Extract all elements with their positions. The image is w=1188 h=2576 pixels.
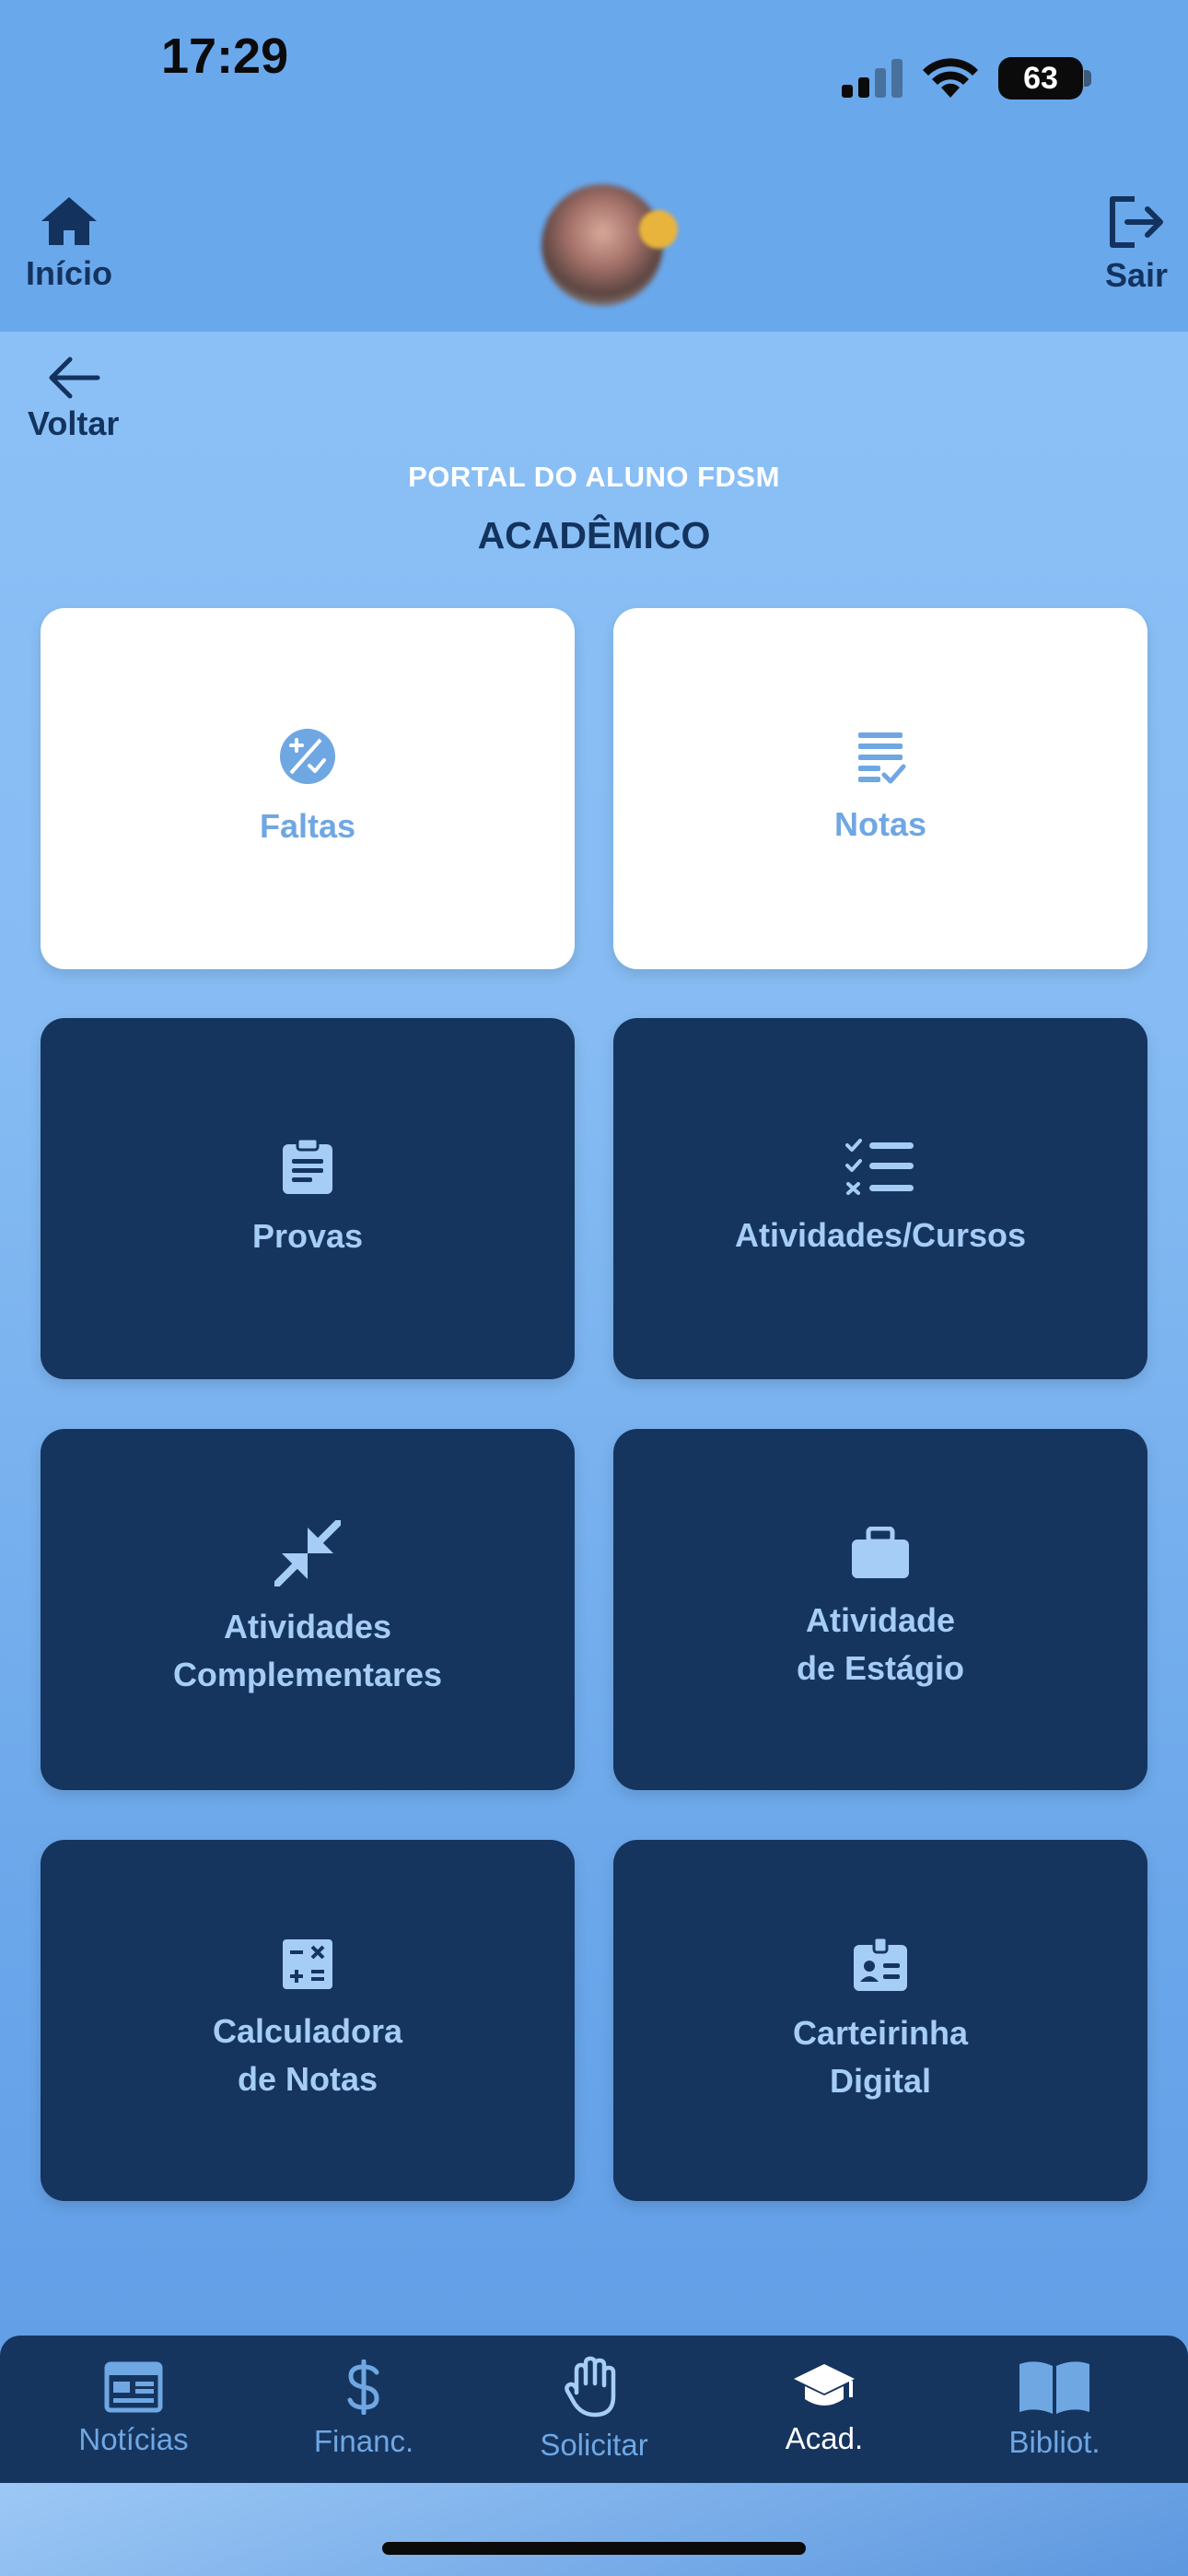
arrow-left-icon — [49, 357, 100, 399]
wifi-icon — [923, 58, 978, 98]
id-badge-icon — [854, 1936, 907, 1991]
card-label: Carteirinha Digital — [792, 2014, 969, 2100]
card-label: Calculadora de Notas — [212, 2012, 403, 2098]
bottom-background — [0, 2483, 1188, 2576]
tab-label: Acad. — [785, 2421, 864, 2455]
battery-tip — [1084, 70, 1091, 87]
home-indicator[interactable] — [382, 2542, 806, 2555]
card-notas[interactable]: Notas — [613, 608, 1147, 969]
logout-icon — [1109, 196, 1163, 248]
tab-noticias[interactable]: Notícias — [32, 2361, 235, 2457]
card-provas[interactable]: Provas — [41, 1018, 575, 1379]
card-label: Notas — [833, 805, 927, 843]
cellular-signal-icon — [842, 59, 903, 98]
tab-label: Financ. — [313, 2424, 414, 2458]
card-calculadora-notas[interactable]: Calculadora de Notas — [41, 1840, 575, 2201]
back-button[interactable]: Voltar — [28, 355, 119, 443]
status-bar: 17:29 63 — [0, 0, 1188, 147]
card-label: Atividades/Cursos — [734, 1216, 1027, 1254]
home-label: Início — [26, 254, 113, 292]
book-icon — [1019, 2361, 1089, 2414]
tab-financ[interactable]: Financ. — [262, 2359, 465, 2459]
tab-label: Solicitar — [540, 2428, 648, 2462]
bottom-tab-bar: Notícias Financ. Solicitar Acad. Bibliot… — [0, 2336, 1188, 2483]
card-atividades-complementares[interactable]: Atividades Complementares — [41, 1429, 575, 1790]
tab-bibliot[interactable]: Bibliot. — [953, 2359, 1156, 2460]
percent-badge-icon — [280, 729, 335, 784]
avatar[interactable] — [542, 184, 663, 306]
card-atividades-cursos[interactable]: Atividades/Cursos — [613, 1018, 1147, 1379]
page-title: ACADÊMICO — [477, 514, 711, 556]
top-nav: Início Sair — [0, 147, 1188, 332]
card-carteirinha-digital[interactable]: Carteirinha Digital — [613, 1840, 1147, 2201]
avatar-badge — [639, 210, 678, 249]
card-label: Faltas — [259, 807, 356, 845]
grade-list-icon — [858, 732, 906, 784]
status-time: 17:29 — [161, 29, 289, 84]
checklist-icon — [845, 1139, 914, 1195]
battery-indicator: 63 — [998, 57, 1083, 100]
clipboard-icon — [283, 1137, 332, 1194]
hand-icon — [565, 2356, 616, 2418]
tab-label: Notícias — [78, 2422, 189, 2456]
card-label: Atividade de Estágio — [796, 1601, 965, 1687]
back-label: Voltar — [28, 404, 120, 442]
newspaper-icon — [104, 2361, 163, 2413]
dollar-icon — [347, 2359, 379, 2415]
card-label: Provas — [251, 1217, 364, 1255]
tab-acad[interactable]: Acad. — [723, 2362, 926, 2456]
calculator-icon — [283, 1939, 332, 1989]
home-button[interactable]: Início — [26, 195, 112, 293]
tab-label: Bibliot. — [1008, 2425, 1101, 2459]
card-atividade-estagio[interactable]: Atividade de Estágio — [613, 1429, 1147, 1790]
card-label: Atividades Complementares — [172, 1608, 443, 1693]
card-faltas[interactable]: Faltas — [41, 608, 575, 969]
arrows-inward-icon — [274, 1520, 341, 1587]
graduation-cap-icon — [794, 2364, 855, 2406]
logout-label: Sair — [1104, 256, 1168, 294]
home-icon — [41, 197, 97, 245]
portal-title: PORTAL DO ALUNO FDSM — [408, 461, 780, 493]
briefcase-icon — [852, 1527, 909, 1578]
tab-solicitar[interactable]: Solicitar — [493, 2356, 695, 2463]
logout-button[interactable]: Sair — [1105, 195, 1168, 295]
